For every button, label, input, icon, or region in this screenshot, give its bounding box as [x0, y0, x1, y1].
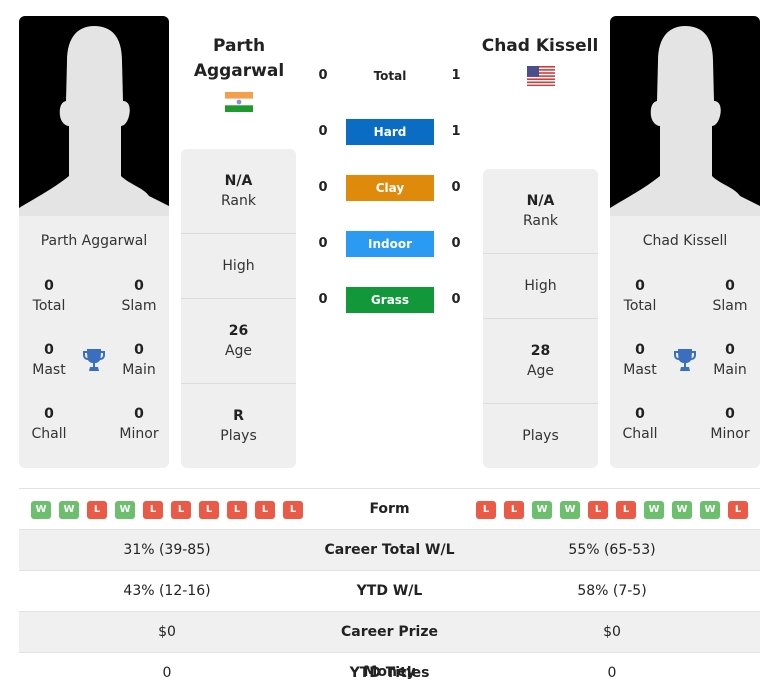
player1-photo: [19, 16, 169, 216]
player1-titles-card: Parth Aggarwal 0 Total 0 Slam 0 Mast 0 Main …: [19, 216, 169, 468]
player1-high: High: [181, 234, 296, 299]
h2h-row-hard: 0 Hard 1: [310, 119, 470, 145]
player1-form-badge-win[interactable]: W: [31, 501, 51, 519]
player1-titles-main: 0 Main: [122, 342, 156, 378]
player2-form-badge-loss[interactable]: L: [504, 501, 524, 519]
silhouette-icon: [19, 26, 169, 216]
player1-titles-chall: 0 Chall: [31, 406, 67, 442]
player1-titles-total: 0 Total: [32, 278, 66, 314]
player2-titles-main: 0 Main: [713, 342, 747, 378]
form-label: Form: [369, 501, 410, 517]
player2-form-badge-loss[interactable]: L: [728, 501, 748, 519]
player1-form-badge-win[interactable]: W: [59, 501, 79, 519]
player2-titles-total: 0 Total: [623, 278, 657, 314]
h2h-row-total: 0 Total 1: [310, 63, 470, 89]
surface-total-label: Total: [373, 69, 407, 83]
player1-form: WWLWLLLLLL: [31, 501, 303, 519]
player1-form-badge-loss[interactable]: L: [87, 501, 107, 519]
player2-rank: N/A Rank: [483, 169, 598, 254]
player2-name-heading[interactable]: Chad Kissell: [470, 34, 610, 59]
surface-hard-button[interactable]: Hard: [346, 119, 434, 145]
player1-rank: N/A Rank: [181, 149, 296, 234]
player1-form-badge-loss[interactable]: L: [199, 501, 219, 519]
player1-card-name[interactable]: Parth Aggarwal: [19, 233, 169, 249]
player2-form-badge-loss[interactable]: L: [588, 501, 608, 519]
stats-row: 31% (39-85) Career Total W/L 55% (65-53): [19, 530, 760, 571]
player1-titles-slam: 0 Slam: [121, 278, 157, 314]
player2-photo: [610, 16, 760, 216]
player1-form-badge-loss[interactable]: L: [143, 501, 163, 519]
trophy-icon: [674, 349, 696, 371]
silhouette-icon: [610, 26, 760, 216]
player1-info-card: N/A Rank High 26 Age R Plays: [181, 149, 296, 468]
h2h-row-grass: 0 Grass 0: [310, 287, 470, 313]
stats-row: 0 YTD Titles 0: [162, 665, 617, 681]
player2-titles-card: Chad Kissell 0 Total 0 Slam 0 Mast 0 Main 0C…: [610, 216, 760, 468]
player1-titles-minor: 0 Minor: [119, 406, 159, 442]
player2-card-name[interactable]: Chad Kissell: [610, 233, 760, 249]
player1-form-badge-loss[interactable]: L: [227, 501, 247, 519]
player1-age: 26 Age: [181, 299, 296, 384]
player1-name-heading[interactable]: Parth Aggarwal: [169, 34, 309, 84]
player1-form-badge-loss[interactable]: L: [255, 501, 275, 519]
form-row: WWLWLLLLLL Form LLWWLLWWWL: [19, 489, 760, 530]
player1-plays: R Plays: [220, 408, 257, 444]
player1-titles-mast: 0 Mast: [32, 342, 66, 378]
player2-high: High: [483, 254, 598, 319]
trophy-icon: [83, 349, 105, 371]
stats-table: WWLWLLLLLL Form LLWWLLWWWL 31% (39-85) C…: [19, 488, 760, 694]
player1-form-badge-loss[interactable]: L: [171, 501, 191, 519]
stats-row: $0 Career Prize Money $0: [19, 612, 760, 680]
player1-form-badge-loss[interactable]: L: [283, 501, 303, 519]
player2-form-badge-win[interactable]: W: [560, 501, 580, 519]
player2-titles-chall: 0 Chall: [622, 406, 658, 442]
surface-clay-button[interactable]: Clay: [346, 175, 434, 201]
h2h-row-indoor: 0 Indoor 0: [310, 231, 470, 257]
player2-form-badge-loss[interactable]: L: [476, 501, 496, 519]
player2-form-badge-win[interactable]: W: [700, 501, 720, 519]
player2-form-badge-loss[interactable]: L: [616, 501, 636, 519]
player2-form-badge-win[interactable]: W: [644, 501, 664, 519]
stats-row: 43% (12-16) YTD W/L 58% (7-5): [19, 571, 760, 612]
h2h-row-clay: 0 Clay 0: [310, 175, 470, 201]
player2-titles-mast: 0 Mast: [623, 342, 657, 378]
player2-age: 28 Age: [483, 319, 598, 404]
player1-form-badge-win[interactable]: W: [115, 501, 135, 519]
player2-form-badge-win[interactable]: W: [532, 501, 552, 519]
usa-flag-icon: [527, 66, 555, 86]
player2-info-card: N/A Rank High 28 Age Plays: [483, 169, 598, 468]
player2-plays: Plays: [522, 428, 559, 444]
player2-titles-slam: 0 Slam: [712, 278, 748, 314]
player2-form-badge-win[interactable]: W: [672, 501, 692, 519]
player2-titles-minor: 0 Minor: [710, 406, 750, 442]
player2-form: LLWWLLWWWL: [476, 501, 748, 519]
surface-indoor-button[interactable]: Indoor: [346, 231, 434, 257]
india-flag-icon: [225, 92, 253, 112]
surface-grass-button[interactable]: Grass: [346, 287, 434, 313]
